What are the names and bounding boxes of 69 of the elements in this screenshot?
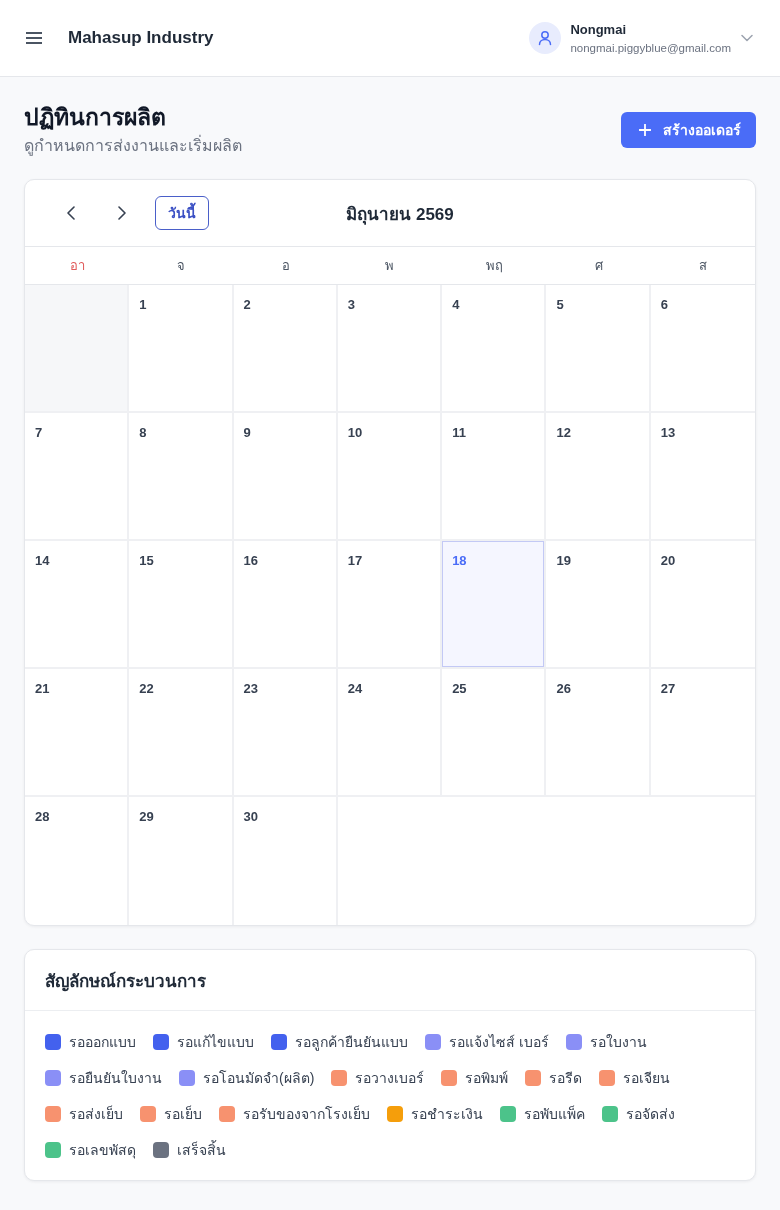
legend-label: รอจัดส่ง (626, 1105, 675, 1124)
weekday-label: ศ (594, 257, 603, 275)
create-order-button[interactable]: สร้างออเดอร์ (621, 112, 756, 148)
legend-label: เสร็จสิ้น (177, 1139, 226, 1160)
legend-label: รอออกแบบ (69, 1033, 136, 1052)
legend-label: รอเลขพัสดุ (69, 1141, 136, 1161)
chevron-right-icon (118, 206, 126, 220)
weekday-label: พฤ (485, 257, 503, 275)
chevron-down-icon[interactable] (741, 34, 753, 42)
legend-label: รอยืนยันใบงาน (69, 1069, 162, 1088)
weekday-label: อา (69, 257, 85, 275)
day-cell[interactable]: 24 (337, 669, 443, 797)
day-cell[interactable]: 14 (25, 541, 130, 669)
today-button[interactable]: วันนี้ (155, 196, 209, 230)
user-name: Nongmai (570, 21, 627, 38)
day-cell[interactable]: 30 (233, 797, 338, 925)
day-cell[interactable]: 10 (337, 413, 443, 541)
day-cell[interactable]: 22 (129, 669, 234, 797)
day-cell[interactable]: 29 (129, 797, 234, 925)
legend-label: รอแก้ไขแบบ (177, 1033, 254, 1052)
day-cell[interactable]: 1 (129, 285, 234, 413)
legend-label: รอเย็บ (164, 1104, 202, 1124)
legend-label: รอแจ้งไซส์ เบอร์ (449, 1033, 549, 1052)
app-title: Mahasup Industry (68, 28, 214, 48)
day-cell[interactable]: 2 (233, 285, 338, 413)
day-cell[interactable]: 20 (650, 541, 755, 669)
legend-label: รอพับแพ็ค (524, 1104, 585, 1124)
day-cell[interactable]: 23 (233, 669, 338, 797)
legend-label: รอโอนมัดจำ(ผลิต) (203, 1069, 315, 1088)
weekday-label: พ (385, 257, 395, 275)
legend-label: รอเจียน (623, 1069, 671, 1088)
day-cell[interactable]: 7 (25, 413, 130, 541)
legend-label: รอวางเบอร์ (355, 1069, 425, 1088)
legend-title: สัญลักษณ์กระบวนการ (45, 970, 206, 994)
weekday-label: ส (698, 257, 707, 275)
chevron-left-icon (67, 206, 75, 220)
menu-icon[interactable] (26, 32, 42, 44)
legend-label: รอใบงาน (589, 1033, 647, 1052)
page-subtitle: ดูกำหนดการส่งงานและเริ่มผลิต (24, 135, 242, 157)
day-cell[interactable]: 26 (546, 669, 651, 797)
day-cell[interactable]: 15 (129, 541, 234, 669)
day-cell[interactable]: 13 (650, 413, 755, 541)
day-cell[interactable]: 18 (442, 541, 547, 669)
page-title: ปฏิทินการผลิต (24, 103, 167, 132)
day-cell[interactable]: 5 (546, 285, 651, 413)
day-cell[interactable]: 3 (337, 285, 443, 413)
weekday-label: อ (281, 257, 290, 275)
month-title: มิถุนายน 2569 (346, 203, 454, 227)
day-cell[interactable]: 21 (25, 669, 130, 797)
weekday-label: จ (177, 257, 186, 275)
day-cell[interactable]: 12 (546, 413, 651, 541)
legend-label: รอรับของจากโรงเย็บ (243, 1104, 370, 1124)
user-email: nongmai.piggyblue@gmail.com (570, 40, 731, 55)
user-avatar-icon[interactable] (529, 22, 562, 54)
legend-label: รอลูกค้ายืนยันแบบ (295, 1033, 408, 1053)
day-cell[interactable]: 16 (233, 541, 338, 669)
day-cell[interactable]: 27 (650, 669, 755, 797)
legend-label: รอพิมพ์ (465, 1069, 509, 1088)
day-cell[interactable]: 4 (442, 285, 547, 413)
day-cell[interactable]: 19 (546, 541, 651, 669)
legend-label: รอรีด (549, 1069, 583, 1088)
day-cell[interactable]: 6 (650, 285, 755, 413)
day-cell[interactable]: 28 (25, 797, 130, 925)
legend-label: รอชำระเงิน (411, 1105, 483, 1124)
day-cell[interactable]: 8 (129, 413, 234, 541)
legend-label: รอส่งเย็บ (69, 1104, 123, 1124)
plus-icon (639, 124, 651, 136)
day-cell[interactable]: 25 (442, 669, 547, 797)
day-cell[interactable]: 9 (233, 413, 338, 541)
